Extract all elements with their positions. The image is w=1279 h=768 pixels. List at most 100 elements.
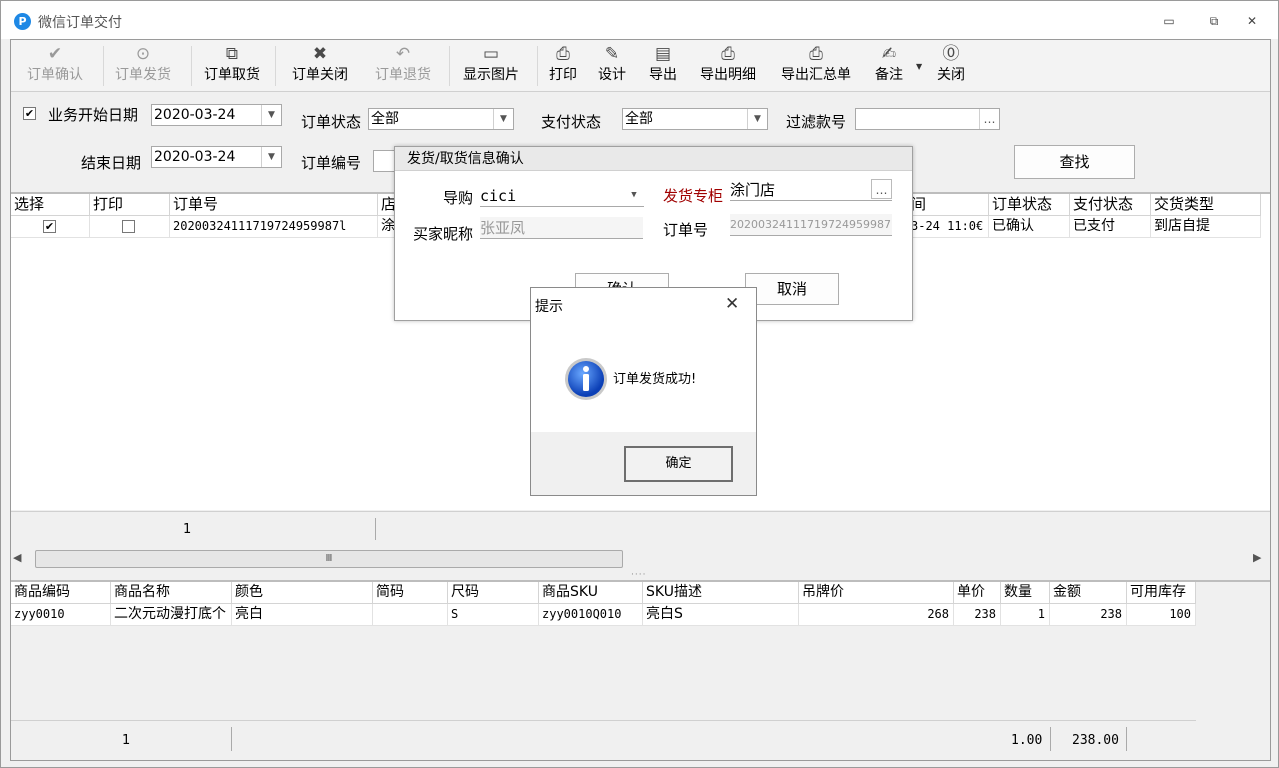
toolbar-icon: ✎ bbox=[604, 44, 620, 64]
column-header[interactable]: 订单号 bbox=[170, 194, 378, 216]
scroll-right-icon[interactable]: ▶ bbox=[1253, 551, 1261, 564]
guide-select[interactable]: cici ▼ bbox=[480, 185, 644, 207]
toolbar-separator bbox=[537, 46, 538, 86]
toolbar-button-12[interactable]: ✍ 备注 bbox=[867, 42, 911, 90]
column-header[interactable]: 支付状态 bbox=[1070, 194, 1151, 216]
message-box: 提示 ✕ 订单发货成功! 确定 bbox=[530, 287, 757, 496]
toolbar-label: 设计 bbox=[598, 67, 626, 83]
restore-icon[interactable]: ⧉ bbox=[1204, 11, 1224, 31]
footer-divider bbox=[375, 518, 376, 540]
toolbar-button-10[interactable]: ⎙ 导出明细 bbox=[693, 42, 763, 90]
column-header[interactable]: 简码 bbox=[373, 582, 448, 604]
chevron-down-icon[interactable]: ▼ bbox=[624, 185, 644, 205]
dropdown-arrow-icon[interactable]: ▼ bbox=[916, 62, 922, 71]
column-header[interactable]: 选择 bbox=[11, 194, 90, 216]
toolbar-button-8[interactable]: ✎ 设计 bbox=[594, 42, 630, 90]
column-header[interactable]: 商品名称 bbox=[111, 582, 232, 604]
toolbar-label: 订单取货 bbox=[204, 67, 260, 83]
end-date-label: 结束日期 bbox=[81, 154, 142, 172]
ellipsis-button[interactable]: … bbox=[979, 109, 999, 129]
ellipsis-button[interactable]: … bbox=[871, 179, 892, 199]
toolbar-button-13[interactable]: ⓪ 关闭 bbox=[933, 42, 969, 90]
toolbar-icon: ✍ bbox=[881, 44, 897, 64]
column-header[interactable]: 可用库存 bbox=[1127, 582, 1196, 604]
start-date-input[interactable]: 2020-03-24 ▼ bbox=[151, 104, 282, 126]
pay-status-cell: 已支付 bbox=[1070, 216, 1151, 238]
item-grid: 商品编码 商品名称 颜色 简码 尺码 商品SKU SKU描述 吊牌价 单价 数量 金额 可用库存 zy… bbox=[11, 580, 1270, 760]
toolbar-separator bbox=[449, 46, 450, 86]
toolbar: ✔ 订单确认 ⊙ 订单发货 ⧉ 订单取货 ✖ 订单关闭 ↶ 订单退货 ▭ 显示图片 ⎙ 打印 ✎ 设计 ▤ 导出 ⎙… bbox=[11, 40, 1270, 92]
order-status-select[interactable]: 全部 ▼ bbox=[368, 108, 514, 130]
scroll-thumb[interactable]: Ⅲ bbox=[35, 550, 623, 568]
toolbar-separator bbox=[191, 46, 192, 86]
column-header[interactable]: 颜色 bbox=[232, 582, 373, 604]
toolbar-label: 显示图片 bbox=[463, 67, 519, 83]
biz-start-label: 业务开始日期 bbox=[48, 106, 139, 124]
order-no-cell: 20200324111719724959987l bbox=[170, 216, 378, 238]
close-icon[interactable]: ✕ bbox=[725, 294, 739, 314]
toolbar-button-6[interactable]: ▭ 显示图片 bbox=[453, 42, 529, 90]
item-cell-amount: 238 bbox=[1050, 604, 1127, 626]
column-header[interactable]: 订单状态 bbox=[989, 194, 1070, 216]
pay-status-select[interactable]: 全部 ▼ bbox=[622, 108, 768, 130]
column-header[interactable]: 打印 bbox=[90, 194, 170, 216]
toolbar-separator bbox=[103, 46, 104, 86]
order-no-label: 订单编号 bbox=[301, 154, 362, 172]
toolbar-icon: ▤ bbox=[654, 44, 672, 64]
splitter-handle[interactable]: ···· bbox=[631, 570, 646, 580]
column-header[interactable]: 数量 bbox=[1001, 582, 1050, 604]
ok-button[interactable]: 确定 bbox=[624, 446, 733, 482]
toolbar-button-2: ⊙ 订单发货 bbox=[107, 42, 179, 90]
column-header[interactable]: 单价 bbox=[954, 582, 1001, 604]
end-date-input[interactable]: 2020-03-24 ▼ bbox=[151, 146, 282, 168]
order-count: 1 bbox=[183, 522, 192, 537]
cancel-button[interactable]: 取消 bbox=[745, 273, 839, 305]
toolbar-icon: ⧉ bbox=[225, 44, 239, 64]
column-header[interactable]: 金额 bbox=[1050, 582, 1127, 604]
column-header[interactable]: 吊牌价 bbox=[799, 582, 954, 604]
toolbar-button-4[interactable]: ✖ 订单关闭 bbox=[285, 42, 355, 90]
toolbar-icon: ⊙ bbox=[135, 44, 151, 64]
print-checkbox[interactable] bbox=[122, 220, 135, 233]
column-header[interactable]: SKU描述 bbox=[643, 582, 799, 604]
minimize-icon[interactable]: ▭ bbox=[1159, 11, 1179, 31]
toolbar-button-7[interactable]: ⎙ 打印 bbox=[541, 42, 585, 90]
toolbar-separator bbox=[275, 46, 276, 86]
scroll-left-icon[interactable]: ◀ bbox=[13, 551, 21, 564]
toolbar-button-9[interactable]: ▤ 导出 bbox=[644, 42, 682, 90]
filter-sku-input[interactable]: … bbox=[855, 108, 1000, 130]
search-button[interactable]: 查找 bbox=[1014, 145, 1135, 179]
column-header[interactable]: 交货类型 bbox=[1151, 194, 1261, 216]
chevron-down-icon[interactable]: ▼ bbox=[261, 147, 281, 167]
toolbar-button-11[interactable]: ⎙ 导出汇总单 bbox=[773, 42, 859, 90]
time-cell: 3-24 11:0€ bbox=[908, 216, 989, 238]
order-status-label: 订单状态 bbox=[301, 113, 362, 131]
order-grid-footer: 1 bbox=[11, 511, 1270, 547]
column-header[interactable]: 尺码 bbox=[448, 582, 539, 604]
horizontal-scrollbar[interactable]: ◀ Ⅲ ▶ bbox=[11, 548, 1270, 570]
close-window-icon[interactable]: ✕ bbox=[1242, 11, 1262, 31]
item-cell-short bbox=[373, 604, 448, 626]
cabinet-select[interactable]: 涂门店… bbox=[730, 179, 892, 201]
print-cell bbox=[90, 216, 170, 238]
dialog-title: 发货/取货信息确认 bbox=[395, 147, 912, 171]
toolbar-label: 备注 bbox=[875, 67, 903, 83]
message-box-footer: 确定 bbox=[531, 432, 756, 495]
toolbar-icon: ↶ bbox=[395, 44, 411, 64]
column-header[interactable]: 间 bbox=[908, 194, 989, 216]
toolbar-button-3[interactable]: ⧉ 订单取货 bbox=[195, 42, 269, 90]
select-checkbox[interactable]: ✔ bbox=[43, 220, 56, 233]
column-header[interactable]: 商品编码 bbox=[11, 582, 111, 604]
chevron-down-icon[interactable]: ▼ bbox=[747, 109, 767, 129]
toolbar-icon: ✖ bbox=[312, 44, 328, 64]
chevron-down-icon[interactable]: ▼ bbox=[493, 109, 513, 129]
pay-status-label: 支付状态 bbox=[541, 113, 602, 131]
cabinet-label: 发货专柜 bbox=[663, 187, 724, 205]
filter-sku-label: 过滤款号 bbox=[786, 113, 847, 131]
toolbar-icon: ⎙ bbox=[721, 44, 735, 64]
message-text: 订单发货成功! bbox=[613, 372, 697, 387]
item-cell-color: 亮白 bbox=[232, 604, 373, 626]
biz-start-checkbox[interactable]: ✔ bbox=[23, 107, 36, 120]
column-header[interactable]: 商品SKU bbox=[539, 582, 643, 604]
chevron-down-icon[interactable]: ▼ bbox=[261, 105, 281, 125]
